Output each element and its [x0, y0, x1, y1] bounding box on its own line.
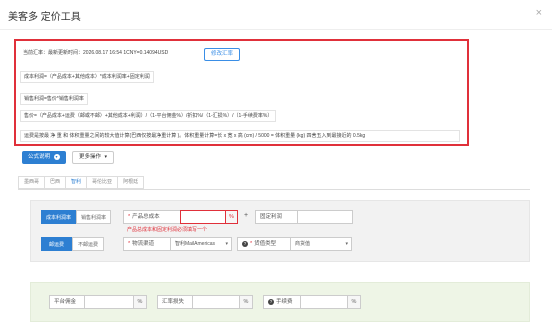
platform-fee-percent-addon: %: [133, 295, 147, 309]
cost-profit-rate-option[interactable]: 成本利润率: [41, 210, 77, 224]
formula-shipping-weight: 运费是按最 净 重 和 体积重量之间的较大值计算(巴西仅按最净重计算 )。体积重…: [20, 130, 460, 142]
tabs-divider: [18, 189, 530, 190]
formula-explain-button[interactable]: 公式说明 ▾: [22, 151, 66, 164]
product-cost-input[interactable]: [180, 210, 226, 224]
tab-chile[interactable]: 智利: [65, 176, 88, 189]
profit-mode-toggle: 成本利润率 销售利润率: [41, 210, 112, 224]
product-cost-percent-addon: %: [225, 210, 238, 224]
more-actions-label: 更多操作: [79, 154, 102, 160]
chevron-down-icon: ▾: [345, 241, 348, 247]
validation-error: 产品总成本和固定利润必须填写一个: [127, 227, 208, 233]
tab-brazil[interactable]: 巴西: [44, 176, 67, 189]
more-actions-button[interactable]: 更多操作 ▾: [72, 151, 115, 164]
goods-type-label: ? * 货值类型: [237, 237, 291, 251]
chevron-down-icon: ▾: [225, 241, 228, 247]
handling-fee-label: ? 手续费: [263, 295, 301, 309]
required-mark: *: [128, 214, 131, 220]
goods-type-select[interactable]: 商货值 ▾: [290, 237, 352, 251]
shipping-mode-toggle: 邮运费 不邮运费: [41, 237, 105, 251]
exclude-shipping-option[interactable]: 不邮运费: [72, 237, 105, 251]
edit-rate-button[interactable]: 修改汇率: [204, 48, 241, 61]
formula-cost-profit: 成本利润=（产品成本+其他成本）*成本利润率+固定利润: [20, 71, 154, 83]
pricing-form-panel: 成本利润率 销售利润率 * 产品总成本 % + 固定利润 产品总成本和固定利润必须…: [30, 200, 530, 262]
chevron-down-icon: ▾: [53, 154, 60, 160]
fx-loss-label: 汇率损失: [157, 295, 193, 309]
handling-fee-input[interactable]: [300, 295, 348, 309]
tab-mexico[interactable]: 墨西哥: [18, 176, 46, 189]
product-cost-label: * 产品总成本: [123, 210, 181, 224]
formula-explain-label: 公式说明: [28, 154, 51, 160]
exchange-rate-line: 当前汇率：最新更新时间：2026.08.17 16:54 1CNY=0.1409…: [23, 50, 169, 56]
platform-fee-input[interactable]: [84, 295, 134, 309]
fees-panel: 平台佣金 % 汇率损失 % ? 手续费 %: [30, 282, 530, 322]
handling-fee-percent-addon: %: [347, 295, 361, 309]
dialog-titlebar: 美客多 定价工具 ×: [0, 0, 552, 30]
question-icon: ?: [242, 240, 248, 247]
logistics-channel-select[interactable]: 智利MailAmericas ▾: [170, 237, 232, 251]
fx-loss-input[interactable]: [192, 295, 240, 309]
tab-colombia[interactable]: 哥伦比亚: [86, 176, 119, 189]
close-icon[interactable]: ×: [536, 8, 542, 19]
country-tabs: 墨西哥 巴西 智利 哥伦比亚 阿根廷: [18, 176, 145, 190]
caret-down-icon: ▾: [104, 154, 108, 160]
fx-loss-percent-addon: %: [239, 295, 253, 309]
formula-price: 售价=（产品成本+运费（邮或不邮）+其他成本+利润）/（1-平台佣金%）/折扣%…: [20, 110, 277, 122]
formula-sale-profit: 销售利润=售价*销售利润率: [20, 93, 88, 105]
sale-profit-rate-option[interactable]: 销售利润率: [76, 210, 112, 224]
tab-argentina[interactable]: 阿根廷: [117, 176, 145, 189]
dialog-title: 美客多 定价工具: [8, 12, 81, 23]
fixed-profit-input[interactable]: [297, 210, 353, 224]
logistics-channel-label: * 物流渠道: [123, 237, 171, 251]
fixed-profit-label: 固定利润: [255, 210, 298, 224]
platform-fee-label: 平台佣金: [49, 295, 85, 309]
include-shipping-option[interactable]: 邮运费: [41, 237, 73, 251]
question-icon: ?: [268, 298, 274, 305]
plus-sign: +: [244, 212, 249, 219]
exchange-rate-info-box: 当前汇率：最新更新时间：2026.08.17 16:54 1CNY=0.1409…: [14, 39, 469, 146]
